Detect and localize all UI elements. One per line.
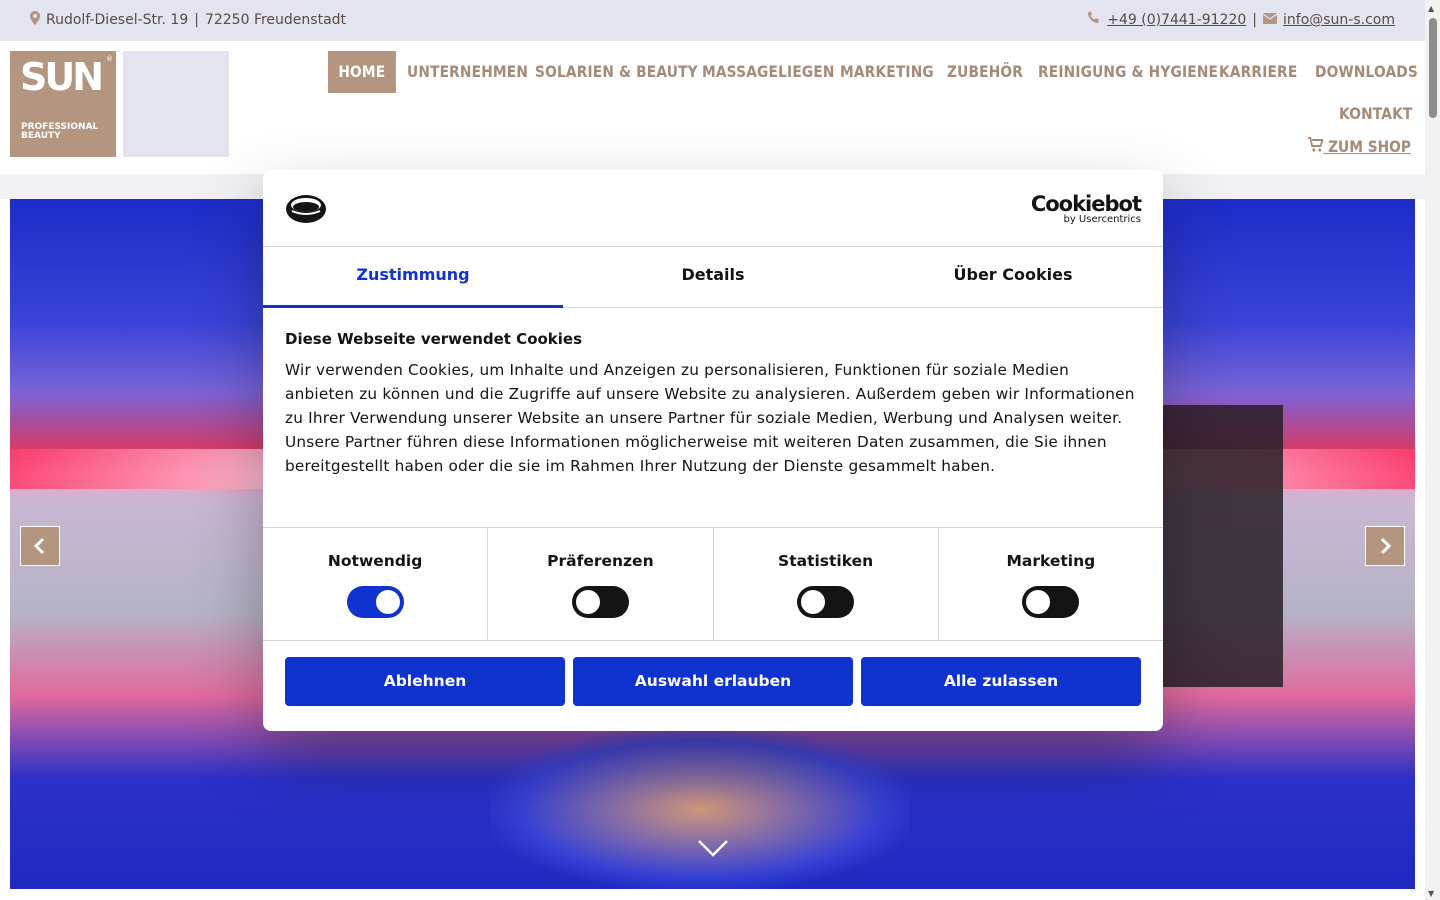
tab-ueber-cookies[interactable]: Über Cookies xyxy=(863,247,1163,307)
envelope-icon xyxy=(1262,12,1278,28)
top-info-bar: Rudolf-Diesel-Str. 19 | 72250 Freudensta… xyxy=(0,0,1425,41)
toggle-knob xyxy=(1026,590,1051,614)
decline-button[interactable]: Ablehnen xyxy=(285,657,565,706)
toggle-knob xyxy=(801,590,826,614)
slider-next-button[interactable] xyxy=(1365,526,1405,566)
scroll-down-button[interactable] xyxy=(697,838,729,858)
email-link[interactable]: info@sun-s.com xyxy=(1283,12,1395,28)
toggle-knob xyxy=(375,590,400,614)
logo-line2: BEAUTY xyxy=(21,131,61,141)
cookie-text: Wir verwenden Cookies, um Inhalte und An… xyxy=(285,361,1135,475)
chevron-right-icon xyxy=(1380,537,1392,555)
category-statistiken: Statistiken xyxy=(714,528,939,640)
category-marketing: Marketing xyxy=(939,528,1163,640)
contact-info: +49 (0)7441-91220 | info@sun-s.com xyxy=(1087,11,1395,29)
sun-logo[interactable]: SUN ® PROFESSIONAL BEAUTY xyxy=(10,51,116,157)
category-label: Notwendig xyxy=(327,552,423,570)
nav-zubehoer[interactable]: ZUBEHÖR xyxy=(947,51,1023,93)
toggle-statistiken[interactable] xyxy=(797,586,855,618)
tab-zustimmung[interactable]: Zustimmung xyxy=(263,247,563,308)
cookie-tabs: Zustimmung Details Über Cookies xyxy=(263,247,1163,308)
chevron-left-icon xyxy=(33,537,45,555)
cookiebot-brand: Cookiebot by Usercentrics xyxy=(1030,192,1142,225)
map-marker-icon xyxy=(30,11,40,29)
category-label: Marketing xyxy=(1006,552,1096,570)
logo-registered: ® xyxy=(106,55,113,63)
cookie-categories: Notwendig Präferenzen Statistiken Market… xyxy=(263,528,1163,641)
category-praeferenzen: Präferenzen xyxy=(488,528,714,640)
contact-separator: | xyxy=(1252,12,1257,28)
nav-karriere[interactable]: KARRIERE xyxy=(1219,51,1297,93)
shopping-cart-icon xyxy=(1307,137,1328,156)
logo-tagline: PROFESSIONAL BEAUTY xyxy=(21,123,98,141)
logo-brand: SUN xyxy=(20,55,104,99)
tab-details[interactable]: Details xyxy=(563,247,863,307)
nav-kontakt[interactable]: KONTAKT xyxy=(1339,93,1412,135)
scrollbar-thumb[interactable] xyxy=(1429,18,1437,118)
cookie-actions: Ablehnen Auswahl erlauben Alle zulassen xyxy=(263,641,1163,722)
toggle-knob xyxy=(575,590,600,614)
nav-downloads[interactable]: DOWNLOADS xyxy=(1315,51,1418,93)
cookiebot-name: Cookiebot xyxy=(1030,192,1142,216)
phone-icon xyxy=(1087,11,1101,29)
nav-home[interactable]: HOME xyxy=(328,51,396,93)
toggle-praeferenzen[interactable] xyxy=(571,586,629,618)
site-header: SUN ® PROFESSIONAL BEAUTY HOME UNTERNEHM… xyxy=(0,41,1425,174)
category-notwendig: Notwendig xyxy=(263,528,489,640)
hero-dark-panel xyxy=(1160,405,1283,687)
chevron-down-icon xyxy=(698,840,728,857)
allow-all-button[interactable]: Alle zulassen xyxy=(861,657,1141,706)
nav-massageliegen[interactable]: MASSAGELIEGEN xyxy=(702,51,835,93)
cookiebot-icon xyxy=(286,195,326,223)
slider-prev-button[interactable] xyxy=(20,526,60,566)
nav-reinigung-hygiene[interactable]: REINIGUNG & HYGIENE xyxy=(1038,51,1218,93)
nav-marketing[interactable]: MARKETING xyxy=(840,51,934,93)
allow-selection-button[interactable]: Auswahl erlauben xyxy=(573,657,853,706)
scroll-down-arrow-icon[interactable]: ▼ xyxy=(1428,889,1434,898)
scroll-up-arrow-icon[interactable]: ▲ xyxy=(1428,4,1434,13)
nav-unternehmen[interactable]: UNTERNEHMEN xyxy=(407,51,528,93)
shop-link[interactable]: ZUM SHOP xyxy=(1307,137,1411,156)
phone-link[interactable]: +49 (0)7441-91220 xyxy=(1107,12,1246,28)
shop-label: ZUM SHOP xyxy=(1328,137,1411,156)
dialog-header: Cookiebot by Usercentrics xyxy=(263,170,1163,247)
category-label: Statistiken xyxy=(778,552,874,570)
toggle-marketing[interactable] xyxy=(1022,586,1080,618)
address-separator: | xyxy=(194,12,199,28)
cookie-consent-dialog: Cookiebot by Usercentrics Zustimmung Det… xyxy=(263,170,1163,731)
address-city: 72250 Freudenstadt xyxy=(204,12,347,28)
address: Rudolf-Diesel-Str. 19 | 72250 Freudensta… xyxy=(30,11,346,29)
secondary-logo-placeholder xyxy=(123,51,229,157)
cookie-description: Diese Webseite verwendet Cookies Wir ver… xyxy=(263,308,1163,528)
address-street: Rudolf-Diesel-Str. 19 xyxy=(46,12,189,28)
nav-solarien-beauty[interactable]: SOLARIEN & BEAUTY xyxy=(535,51,698,93)
cookie-heading: Diese Webseite verwendet Cookies xyxy=(285,330,583,348)
hero-floor-glow xyxy=(490,729,910,889)
category-label: Präferenzen xyxy=(547,552,654,570)
toggle-notwendig[interactable] xyxy=(346,586,404,618)
page-scrollbar[interactable]: ▲ ▼ xyxy=(1425,0,1440,900)
